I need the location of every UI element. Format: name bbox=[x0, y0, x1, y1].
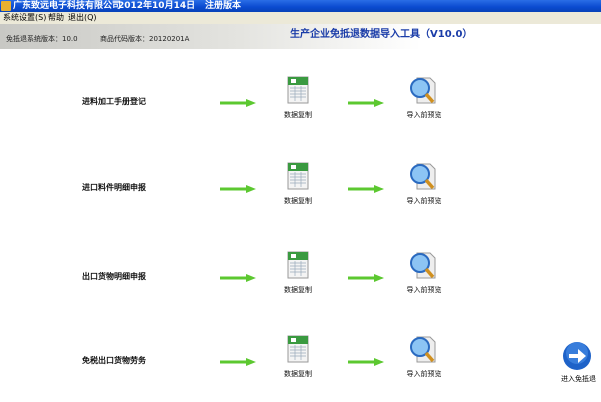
company-name: 广东致远电子科技有限公司 bbox=[13, 1, 122, 11]
preview-label: 导入前预览 bbox=[406, 370, 442, 378]
row-label: 免税出口货物劳务 bbox=[82, 356, 146, 365]
row-label: 进口料件明细申报 bbox=[82, 183, 146, 192]
magnifier-document-icon bbox=[410, 163, 436, 190]
data-copy-label: 数据复制 bbox=[284, 197, 312, 205]
page-title: 生产企业免抵退数据导入工具（V10.0） bbox=[290, 29, 473, 40]
spreadsheet-icon bbox=[287, 76, 309, 104]
data-copy-label: 数据复制 bbox=[284, 286, 312, 294]
preview-button[interactable] bbox=[408, 335, 436, 363]
app-icon bbox=[1, 1, 11, 11]
green-arrow-icon bbox=[348, 185, 384, 193]
preview-label: 导入前预览 bbox=[406, 286, 442, 294]
enter-button-label: 进入免抵退 bbox=[561, 375, 596, 383]
green-arrow-icon bbox=[348, 99, 384, 107]
menu-exit[interactable]: 退出(Q) bbox=[68, 12, 97, 24]
green-arrow-icon bbox=[220, 274, 256, 282]
data-copy-button[interactable] bbox=[284, 162, 312, 190]
data-copy-label: 数据复制 bbox=[284, 111, 312, 119]
magnifier-document-icon bbox=[410, 252, 436, 279]
menu-system-settings[interactable]: 系统设置(S) bbox=[3, 12, 46, 24]
magnifier-document-icon bbox=[410, 77, 436, 104]
date: 2012年10月14日 bbox=[118, 1, 196, 11]
green-arrow-icon bbox=[348, 274, 384, 282]
data-copy-label: 数据复制 bbox=[284, 370, 312, 378]
preview-label: 导入前预览 bbox=[406, 197, 442, 205]
arrow-right-circle-icon bbox=[563, 342, 591, 370]
menu-bar: 系统设置(S) 帮助 退出(Q) bbox=[0, 12, 601, 24]
green-arrow-icon bbox=[348, 358, 384, 366]
edition: 注册版本 bbox=[205, 1, 242, 11]
green-arrow-icon bbox=[220, 99, 256, 107]
row-label: 出口货物明细申报 bbox=[82, 272, 146, 281]
preview-button[interactable] bbox=[408, 162, 436, 190]
data-copy-button[interactable] bbox=[284, 335, 312, 363]
system-version: 免抵退系统版本：10.0 bbox=[6, 35, 78, 43]
preview-button[interactable] bbox=[408, 76, 436, 104]
spreadsheet-icon bbox=[287, 335, 309, 363]
green-arrow-icon bbox=[220, 185, 256, 193]
row-label: 进料加工手册登记 bbox=[82, 97, 146, 106]
menu-help[interactable]: 帮助 bbox=[48, 12, 64, 24]
product-code-version: 商品代码版本：20120201A bbox=[100, 35, 190, 43]
data-copy-button[interactable] bbox=[284, 76, 312, 104]
data-copy-button[interactable] bbox=[284, 251, 312, 279]
magnifier-document-icon bbox=[410, 336, 436, 363]
enter-button[interactable]: 进入免抵退 bbox=[556, 341, 601, 386]
spreadsheet-icon bbox=[287, 251, 309, 279]
title-bar: 广东致远电子科技有限公司 2012年10月14日 注册版本 bbox=[0, 0, 601, 12]
preview-button[interactable] bbox=[408, 251, 436, 279]
preview-label: 导入前预览 bbox=[406, 111, 442, 119]
green-arrow-icon bbox=[220, 358, 256, 366]
spreadsheet-icon bbox=[287, 162, 309, 190]
